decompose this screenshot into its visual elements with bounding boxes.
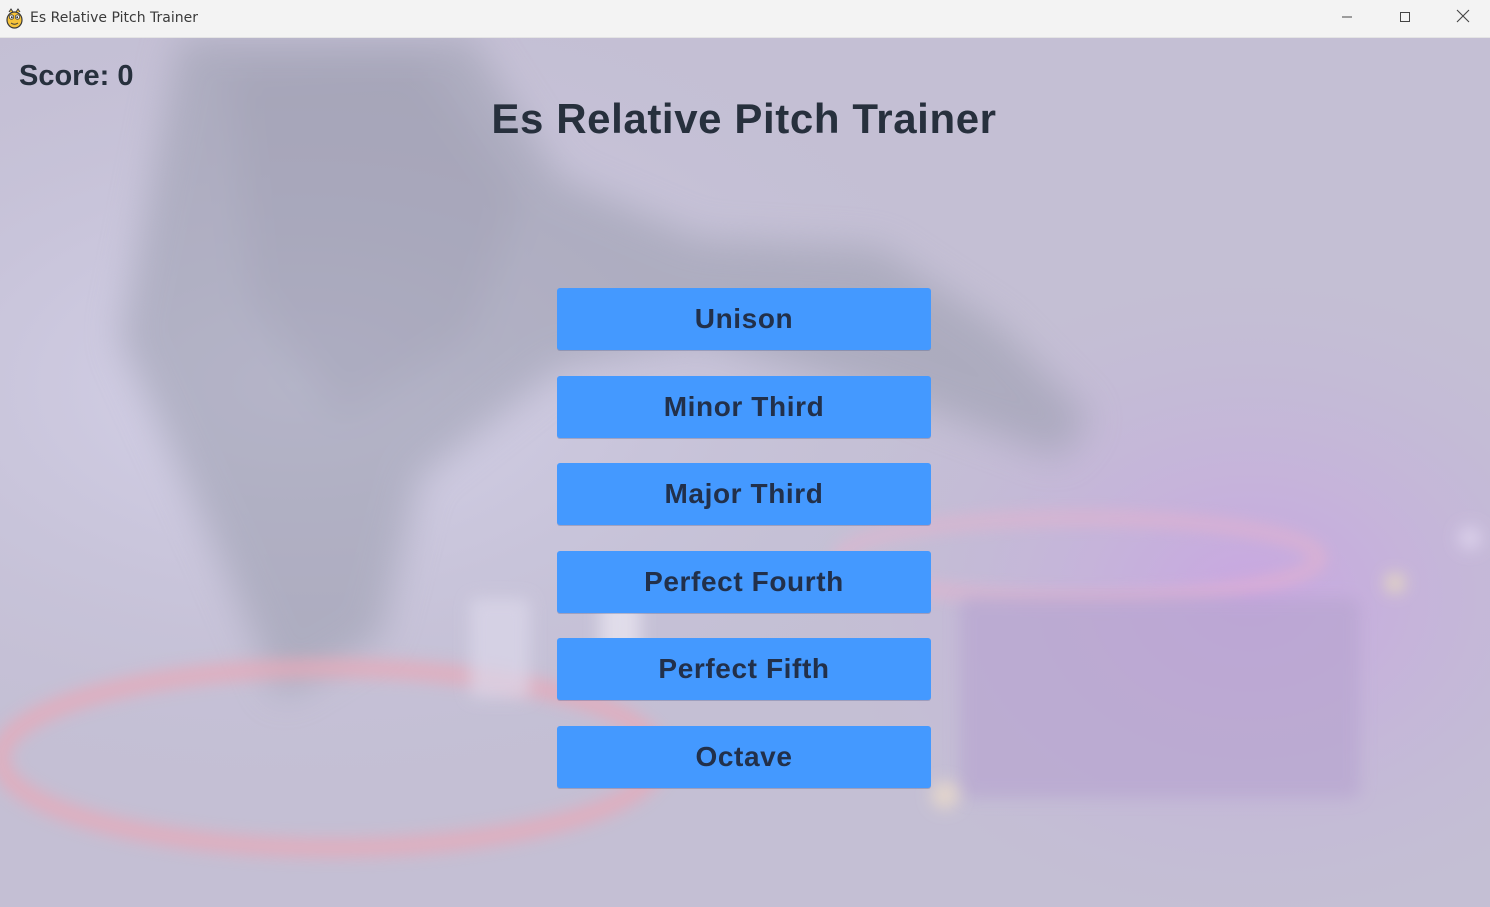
unison-button[interactable]: Unison [557, 288, 931, 350]
game-canvas[interactable]: Score: 0 Es Relative Pitch Trainer Uniso… [0, 38, 1490, 907]
minor-third-button[interactable]: Minor Third [557, 376, 931, 438]
close-icon [1456, 9, 1470, 28]
pygame-snake-icon [5, 8, 24, 29]
major-third-button[interactable]: Major Third [557, 463, 931, 525]
octave-button[interactable]: Octave [557, 726, 931, 788]
minimize-icon [1341, 10, 1353, 28]
perfect-fourth-button[interactable]: Perfect Fourth [557, 551, 931, 613]
title-bar[interactable]: Es Relative Pitch Trainer [0, 0, 1490, 38]
minimize-button[interactable] [1318, 0, 1376, 37]
score-label: Score: 0 [19, 60, 134, 92]
close-button[interactable] [1434, 0, 1490, 37]
maximize-icon [1399, 10, 1411, 28]
maximize-button[interactable] [1376, 0, 1434, 37]
window-title: Es Relative Pitch Trainer [30, 10, 198, 26]
game-title: Es Relative Pitch Trainer [491, 95, 997, 142]
perfect-fifth-button[interactable]: Perfect Fifth [557, 638, 931, 700]
app-window: Es Relative Pitch Trainer Score: 0 Es Re… [0, 0, 1490, 907]
